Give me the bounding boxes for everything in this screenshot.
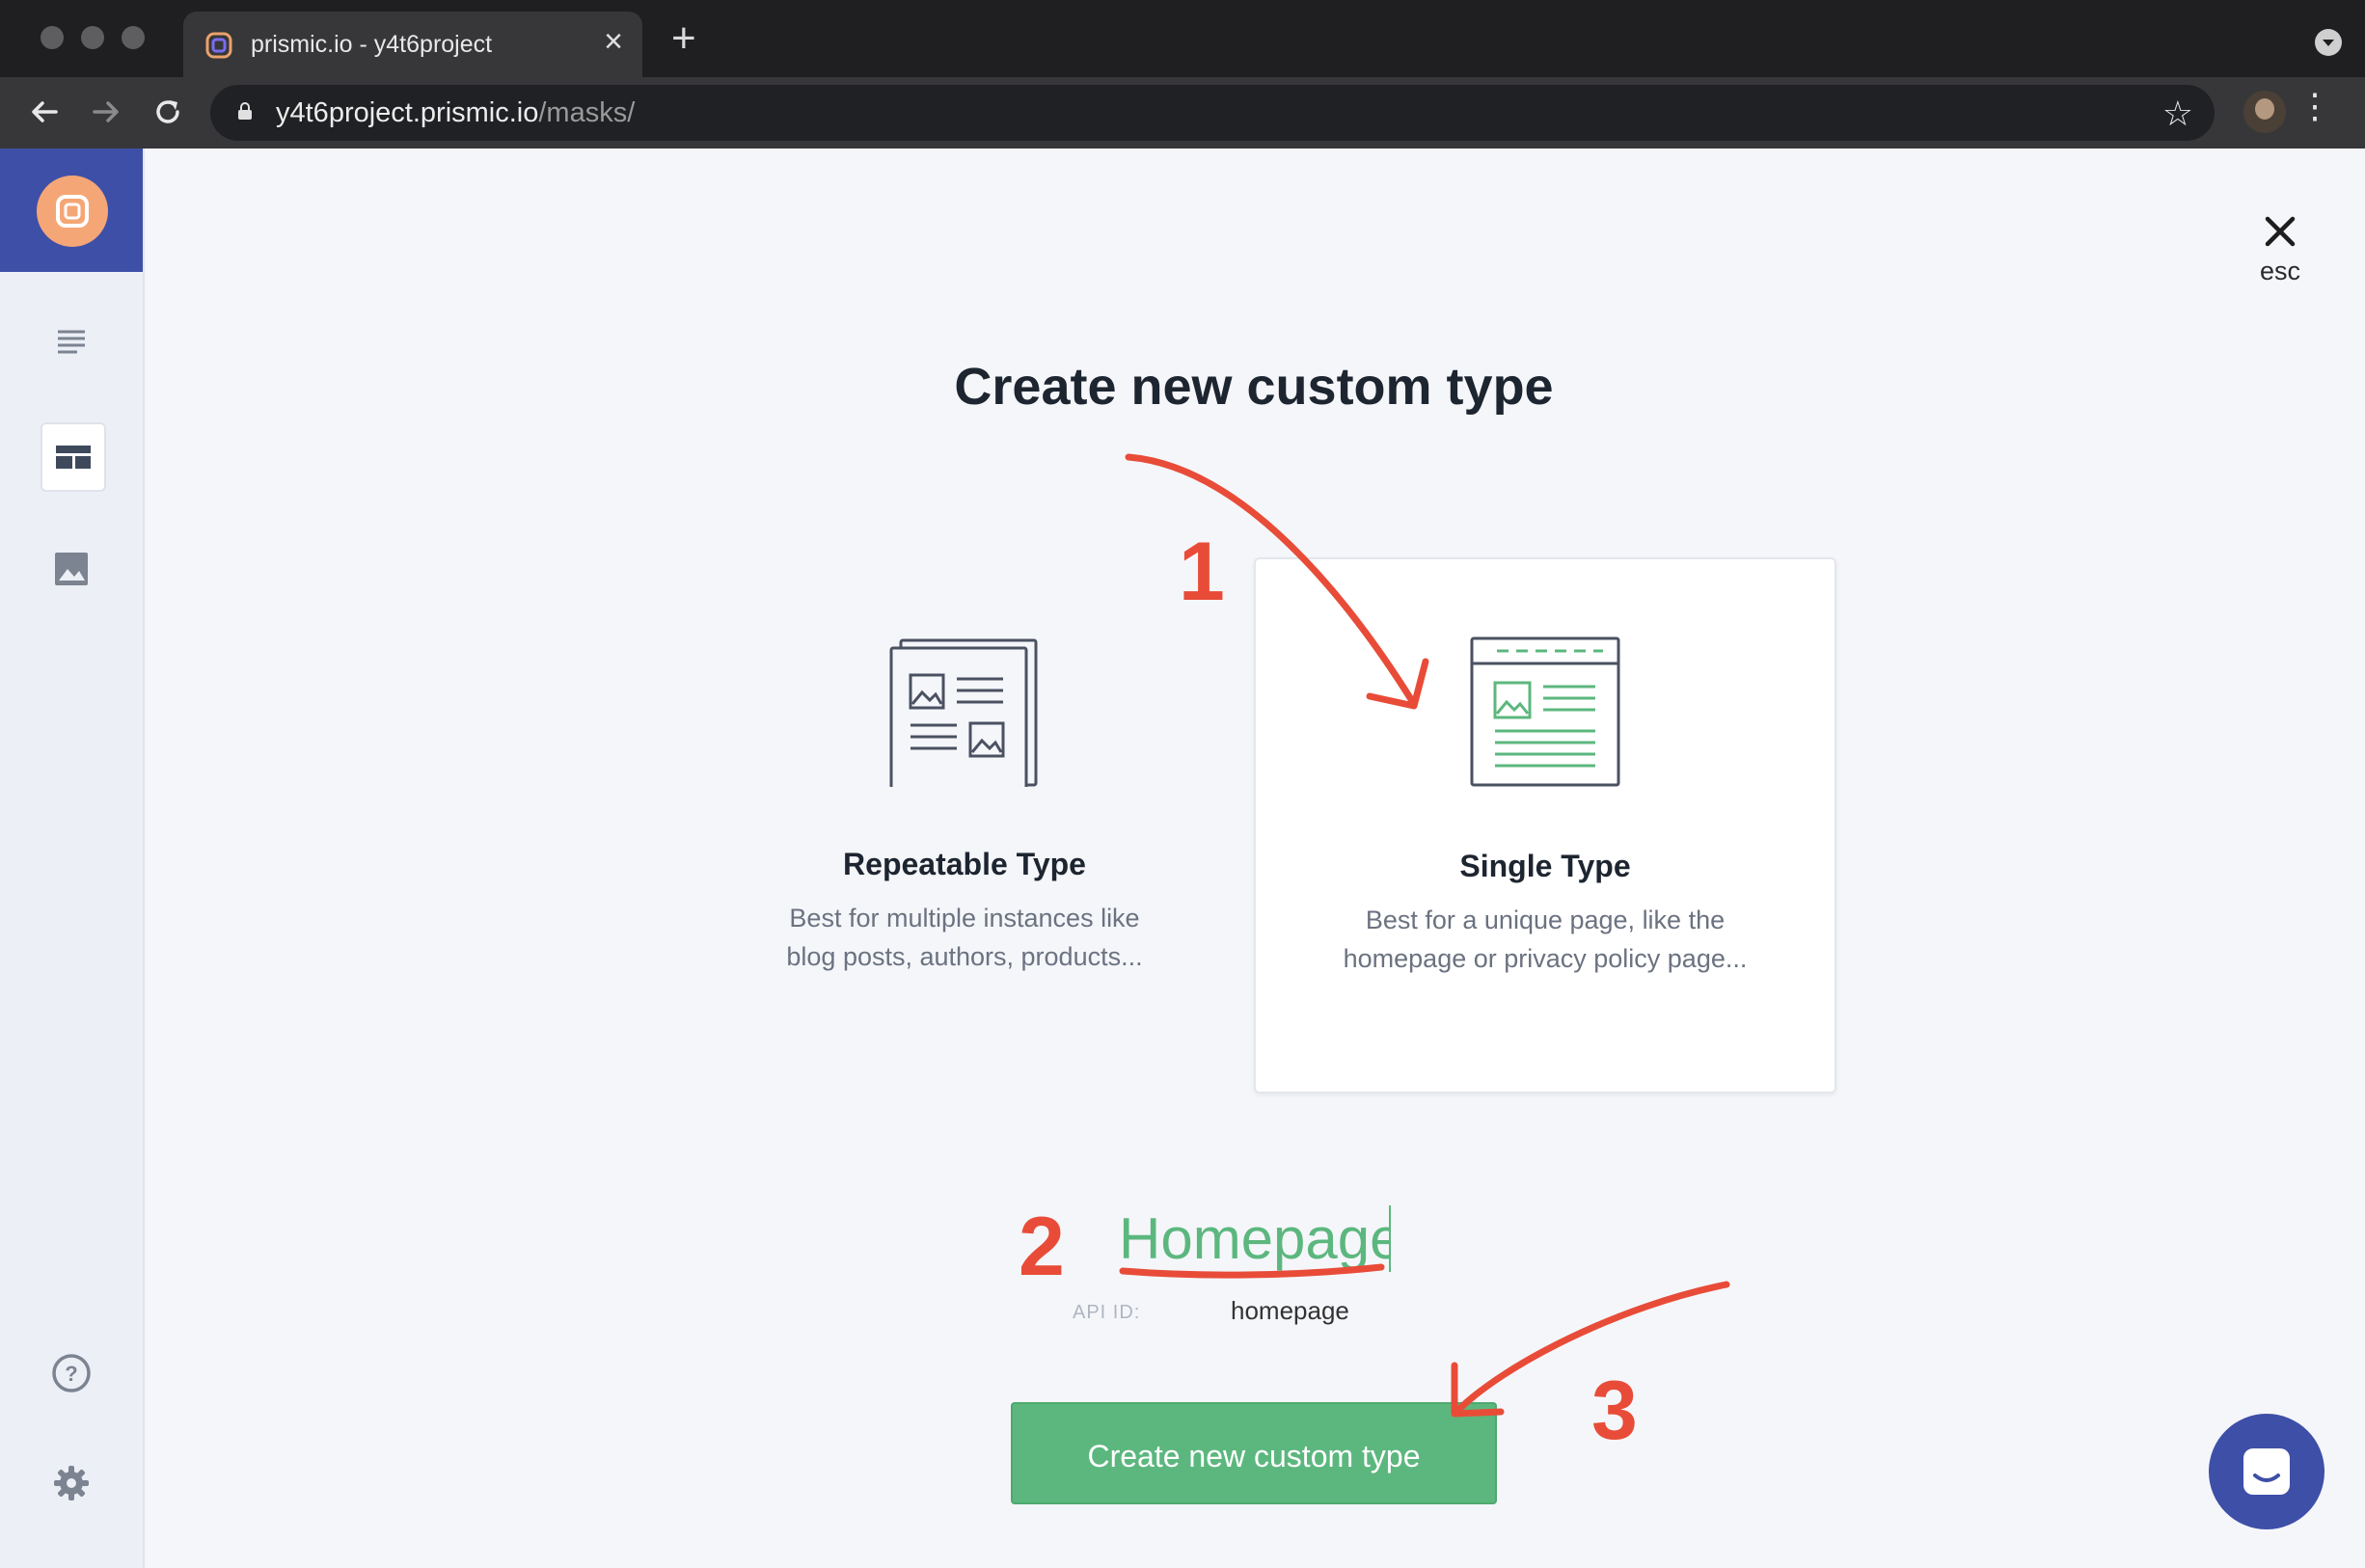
browser-tab[interactable]: prismic.io - y4t6project × — [183, 12, 642, 77]
bookmark-star-icon[interactable]: ☆ — [2162, 94, 2193, 134]
underline-homepage — [1119, 1263, 1385, 1279]
browser-toolbar: y4t6project.prismic.io/masks/ ☆ ⋮ — [0, 77, 2365, 149]
url-text: y4t6project.prismic.io/masks/ — [276, 97, 635, 129]
reload-icon[interactable] — [149, 93, 187, 138]
back-icon[interactable] — [25, 93, 64, 138]
address-bar[interactable]: y4t6project.prismic.io/masks/ ☆ — [210, 85, 2215, 141]
forward-icon[interactable] — [87, 93, 125, 138]
tab-search-icon[interactable] — [2315, 29, 2342, 56]
browser-menu-icon[interactable]: ⋮ — [2297, 89, 2332, 123]
window-minimize-dot[interactable] — [81, 26, 104, 49]
lock-icon — [238, 102, 252, 120]
new-tab-icon[interactable]: + — [671, 17, 696, 60]
arrow-to-create-button — [1453, 1281, 1730, 1416]
tab-title: prismic.io - y4t6project — [251, 31, 493, 58]
profile-avatar[interactable] — [2243, 91, 2286, 133]
prismic-app: ? esc Create new custom type Repeatable … — [0, 149, 2365, 1568]
arrow-to-single-type — [1125, 453, 1418, 708]
browser-tab-strip: prismic.io - y4t6project × + — [0, 0, 2365, 77]
url-path: /masks/ — [538, 97, 636, 128]
window-close-dot[interactable] — [41, 26, 64, 49]
url-host: y4t6project.prismic.io — [276, 97, 539, 128]
annotation-arrows — [1119, 453, 1730, 1418]
prismic-favicon-icon — [205, 32, 232, 59]
tab-close-icon[interactable]: × — [604, 25, 623, 58]
window-maximize-dot[interactable] — [122, 26, 145, 49]
